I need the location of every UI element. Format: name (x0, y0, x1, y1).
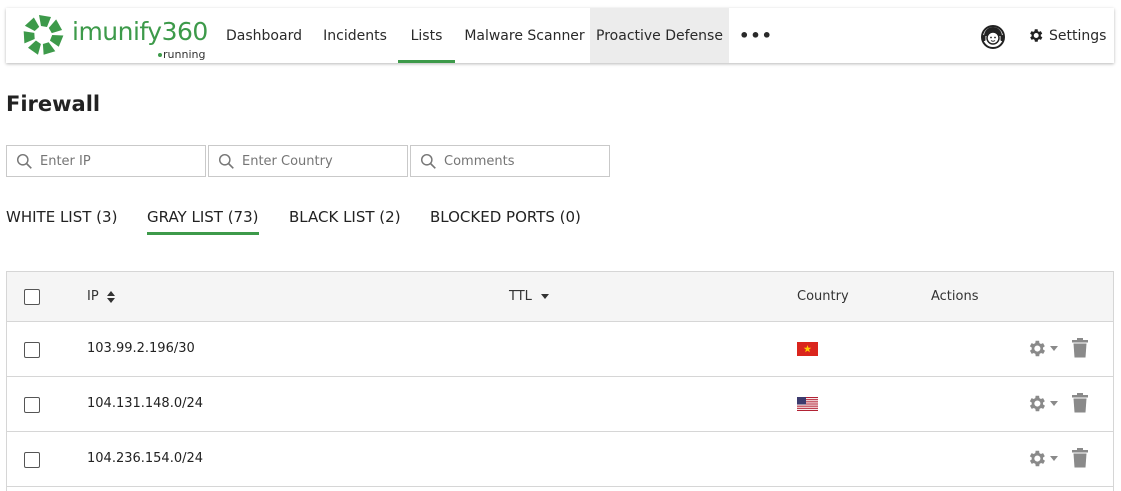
actions-column-header: Actions (931, 289, 979, 304)
vietnam-flag-icon (797, 342, 818, 356)
search-icon (218, 153, 234, 169)
nav-proactive-defense[interactable]: Proactive Defense (590, 8, 729, 63)
page-title: Firewall (6, 92, 101, 116)
row-checkbox[interactable] (24, 342, 40, 358)
nav-dashboard[interactable]: Dashboard (218, 8, 310, 63)
sort-icon (106, 290, 115, 303)
search-icon (16, 153, 32, 169)
delete-icon[interactable] (1072, 448, 1088, 468)
gear-icon (1029, 450, 1045, 467)
ip-cell: 104.131.148.0/24 (87, 396, 204, 411)
country-search-input[interactable] (242, 153, 392, 169)
settings-button[interactable]: Settings (1027, 8, 1106, 63)
sort-down-icon (540, 293, 549, 299)
top-navigation-bar: imunify360 running Dashboard Incidents L… (6, 8, 1114, 63)
gear-icon (1029, 395, 1045, 412)
search-icon (420, 153, 436, 169)
row-settings-dropdown[interactable] (1026, 338, 1058, 359)
usa-flag-icon (797, 397, 818, 411)
ip-search-input[interactable] (40, 153, 190, 169)
gray-list-table: IP TTL Country Actions 103.99.2.196/30 1… (6, 271, 1114, 491)
country-filter (208, 145, 408, 177)
nav-lists[interactable]: Lists (398, 8, 455, 63)
nav-more-menu[interactable]: ••• (736, 8, 776, 63)
logo-wordmark: imunify360 (72, 17, 208, 46)
delete-icon[interactable] (1072, 338, 1088, 358)
nav-malware-scanner[interactable]: Malware Scanner (462, 8, 587, 63)
ttl-header-label: TTL (509, 289, 532, 304)
tab-white-list[interactable]: WHITE LIST (3) (6, 208, 117, 235)
status-text: running (163, 48, 206, 61)
delete-icon[interactable] (1072, 393, 1088, 413)
table-row: 104.131.148.0/24 (7, 377, 1113, 432)
comments-filter (410, 145, 610, 177)
row-settings-dropdown[interactable] (1026, 393, 1058, 414)
table-row: 104.236.154.0/24 (7, 432, 1113, 487)
row-checkbox[interactable] (24, 397, 40, 413)
comments-search-input[interactable] (444, 153, 594, 169)
table-row: 103.99.2.196/30 (7, 322, 1113, 377)
tab-black-list[interactable]: BLACK LIST (2) (289, 208, 401, 235)
gear-icon (1030, 29, 1043, 42)
status-indicator: running (158, 48, 205, 61)
tab-gray-list[interactable]: GRAY LIST (73) (147, 208, 259, 235)
caret-down-icon (1050, 455, 1058, 461)
support-headset-icon[interactable] (980, 24, 1006, 50)
status-dot-icon (158, 53, 162, 57)
gear-icon (1029, 340, 1045, 357)
country-column-header: Country (797, 289, 849, 304)
table-header: IP TTL Country Actions (7, 272, 1113, 322)
ip-filter (6, 145, 206, 177)
ip-column-header[interactable]: IP (87, 289, 116, 304)
nav-incidents[interactable]: Incidents (319, 8, 391, 63)
select-all-checkbox[interactable] (24, 289, 40, 305)
row-settings-dropdown[interactable] (1026, 448, 1058, 469)
ttl-column-header[interactable]: TTL (509, 289, 550, 304)
tab-blocked-ports[interactable]: BLOCKED PORTS (0) (430, 208, 581, 235)
caret-down-icon (1050, 400, 1058, 406)
ip-cell: 104.236.154.0/24 (87, 451, 204, 466)
ip-header-label: IP (87, 289, 99, 304)
ip-cell: 103.99.2.196/30 (87, 341, 195, 356)
imunify360-logo[interactable]: imunify360 running (20, 11, 210, 61)
settings-label: Settings (1049, 27, 1107, 44)
row-checkbox[interactable] (24, 452, 40, 468)
imunify-star-logo-icon (23, 15, 64, 55)
caret-down-icon (1050, 345, 1058, 351)
